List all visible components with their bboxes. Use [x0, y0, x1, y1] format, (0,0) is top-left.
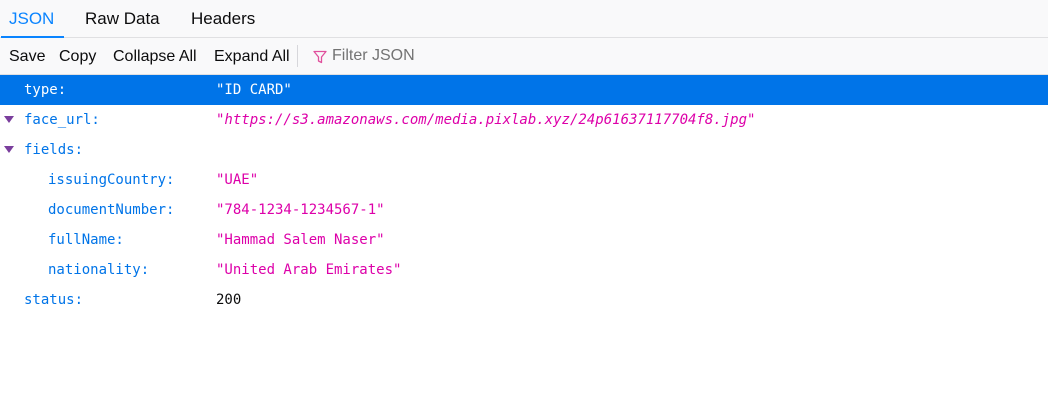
funnel-icon — [313, 50, 327, 64]
json-value: "UAE" — [216, 172, 259, 188]
json-key: type: — [24, 82, 67, 98]
expand-toggle-icon[interactable] — [4, 146, 14, 153]
expand-all-button[interactable]: Expand All — [214, 38, 290, 74]
json-value: "United Arab Emirates" — [216, 262, 402, 278]
filter-box — [312, 38, 612, 74]
tab-headers[interactable]: Headers — [191, 0, 255, 37]
json-value-url[interactable]: "https://s3.amazonaws.com/media.pixlab.x… — [216, 105, 755, 135]
json-key: fields: — [24, 142, 84, 158]
tree-row-document-number[interactable]: documentNumber: "784-1234-1234567-1" — [0, 195, 1048, 225]
tree-row-issuing-country[interactable]: issuingCountry: "UAE" — [0, 165, 1048, 195]
json-value: "ID CARD" — [216, 82, 292, 98]
json-key: issuingCountry: — [48, 172, 175, 188]
tree-row-status[interactable]: status: 200 — [0, 285, 1048, 315]
json-key: documentNumber: — [48, 202, 175, 218]
json-value: "Hammad Salem Naser" — [216, 232, 385, 248]
tree-row-face-url[interactable]: face_url: "https://s3.amazonaws.com/medi… — [0, 105, 1048, 135]
json-key: fullName: — [48, 232, 124, 248]
tab-raw-data[interactable]: Raw Data — [85, 0, 160, 37]
tree-row-nationality[interactable]: nationality: "United Arab Emirates" — [0, 255, 1048, 285]
save-button[interactable]: Save — [9, 38, 45, 74]
json-tree: type: "ID CARD" face_url: "https://s3.am… — [0, 75, 1048, 315]
json-value-number: 200 — [216, 292, 242, 308]
toolbar-divider — [297, 45, 298, 67]
tab-json[interactable]: JSON — [0, 0, 65, 38]
tab-bar: JSON Raw Data Headers — [0, 0, 1048, 38]
json-key: status: — [24, 292, 84, 308]
filter-json-input[interactable] — [330, 44, 594, 68]
collapse-all-button[interactable]: Collapse All — [113, 38, 197, 74]
copy-button[interactable]: Copy — [59, 38, 96, 74]
tree-row-full-name[interactable]: fullName: "Hammad Salem Naser" — [0, 225, 1048, 255]
toolbar: Save Copy Collapse All Expand All — [0, 38, 1048, 75]
json-key: face_url: — [24, 112, 100, 128]
json-value: "784-1234-1234567-1" — [216, 202, 385, 218]
json-key: nationality: — [48, 262, 150, 278]
tree-row-type[interactable]: type: "ID CARD" — [0, 75, 1048, 105]
tree-row-fields[interactable]: fields: — [0, 135, 1048, 165]
expand-toggle-icon[interactable] — [4, 116, 14, 123]
